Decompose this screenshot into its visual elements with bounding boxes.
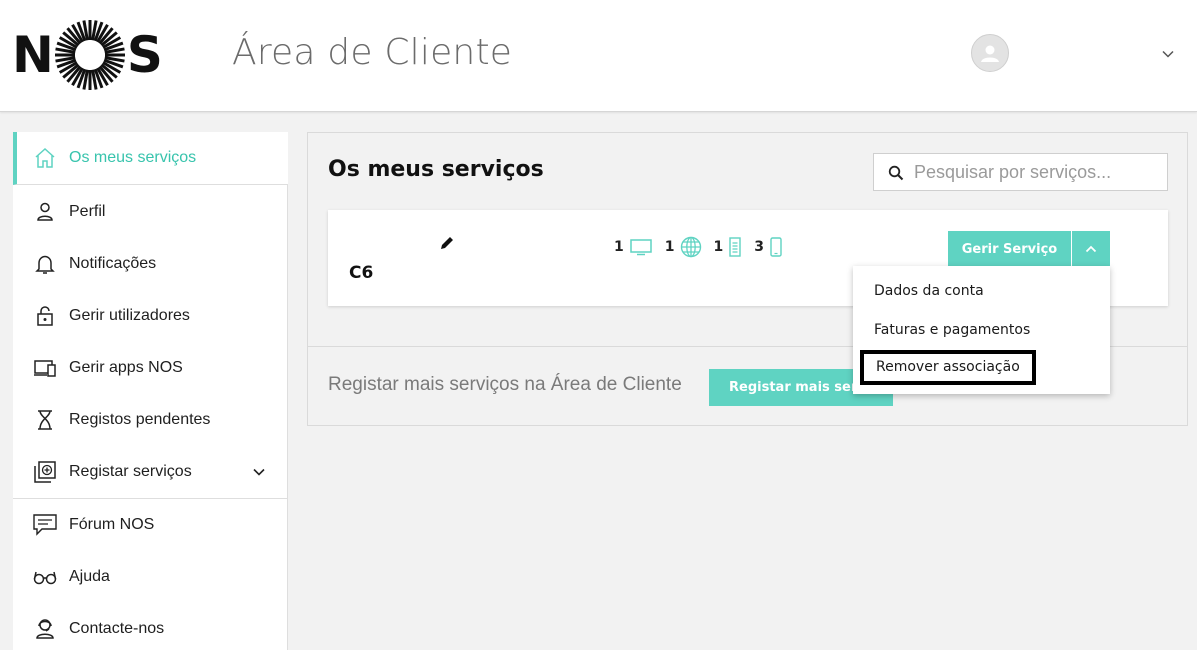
top-header: N S Área de Cliente <box>0 0 1197 112</box>
user-avatar[interactable] <box>971 34 1009 72</box>
avatar-person-icon <box>981 45 999 62</box>
sidebar-item-help[interactable]: Ajuda <box>13 551 288 603</box>
landline-icon <box>728 237 742 257</box>
sun-logo-icon <box>54 20 125 90</box>
search-box[interactable] <box>873 153 1168 191</box>
logo-letter-s: S <box>126 26 163 84</box>
sidebar-item-profile[interactable]: Perfil <box>13 186 288 238</box>
bell-icon <box>33 252 57 276</box>
sidebar-item-label: Fórum NOS <box>69 516 155 533</box>
lock-icon <box>33 304 57 328</box>
mobile-icon <box>769 237 783 257</box>
sidebar-item-label: Os meus serviços <box>69 149 197 166</box>
sidebar-item-manage-users[interactable]: Gerir utilizadores <box>13 290 288 342</box>
sidebar-item-label: Registos pendentes <box>69 411 211 428</box>
edit-pencil-icon[interactable] <box>438 234 456 252</box>
devices-icon <box>33 356 57 380</box>
sidebar-item-notifications[interactable]: Notificações <box>13 238 288 290</box>
glasses-icon <box>33 565 57 589</box>
sidebar-item-forum[interactable]: Fórum NOS <box>13 499 288 551</box>
sidebar-item-label: Ajuda <box>69 568 110 585</box>
search-input[interactable] <box>914 158 1159 186</box>
menu-item-account-data[interactable]: Dados da conta <box>874 283 984 299</box>
chevron-down-icon[interactable] <box>1160 46 1176 62</box>
sidebar-item-label: Notificações <box>69 255 157 272</box>
sidebar-item-services[interactable]: Os meus serviços <box>13 132 288 185</box>
service-name: C6 <box>349 263 374 283</box>
user-icon <box>33 200 57 224</box>
service-dropdown-menu: Dados da conta Faturas e pagamentos Remo… <box>853 266 1110 394</box>
sidebar-item-label: Gerir apps NOS <box>69 359 183 376</box>
app-title: Área de Cliente <box>232 32 513 73</box>
chat-icon <box>33 513 57 537</box>
sidebar-item-pending[interactable]: Registos pendentes <box>13 394 288 446</box>
chevron-up-icon <box>1085 245 1097 253</box>
mobile-count: 3 <box>754 239 764 255</box>
logo-letter-n: N <box>12 26 54 84</box>
landline-count: 1 <box>713 239 724 255</box>
headset-icon <box>33 617 57 641</box>
manage-service-button[interactable]: Gerir Serviço <box>948 231 1071 267</box>
sidebar-item-label: Perfil <box>69 203 106 220</box>
menu-item-invoices[interactable]: Faturas e pagamentos <box>874 322 1030 338</box>
menu-toggle-button[interactable] <box>1072 231 1110 267</box>
sidebar-item-label: Gerir utilizadores <box>69 307 190 324</box>
sidebar-item-apps[interactable]: Gerir apps NOS <box>13 342 288 394</box>
add-square-icon <box>33 460 57 484</box>
hourglass-icon <box>33 408 57 432</box>
sidebar-item-label: Registar serviços <box>69 463 192 480</box>
search-icon <box>888 165 904 181</box>
sidebar: Os meus serviços Perfil Notificações Ger… <box>13 132 288 650</box>
nos-logo[interactable]: N S <box>12 18 163 92</box>
service-counts: 1 1 1 3 <box>614 236 795 258</box>
tv-count: 1 <box>614 239 624 255</box>
sidebar-item-register[interactable]: Registar serviços <box>13 446 288 498</box>
register-prompt: Registar mais serviços na Área de Client… <box>328 374 682 395</box>
globe-icon <box>680 236 702 258</box>
page-title: Os meus serviços <box>328 157 544 182</box>
sidebar-item-label: Contacte-nos <box>69 620 165 637</box>
internet-count: 1 <box>664 239 675 255</box>
tv-icon <box>629 238 653 256</box>
chevron-down-icon[interactable] <box>252 465 266 479</box>
home-icon <box>33 146 57 170</box>
sidebar-item-contact[interactable]: Contacte-nos <box>13 603 288 650</box>
menu-item-remove-association[interactable]: Remover associação <box>860 350 1036 385</box>
